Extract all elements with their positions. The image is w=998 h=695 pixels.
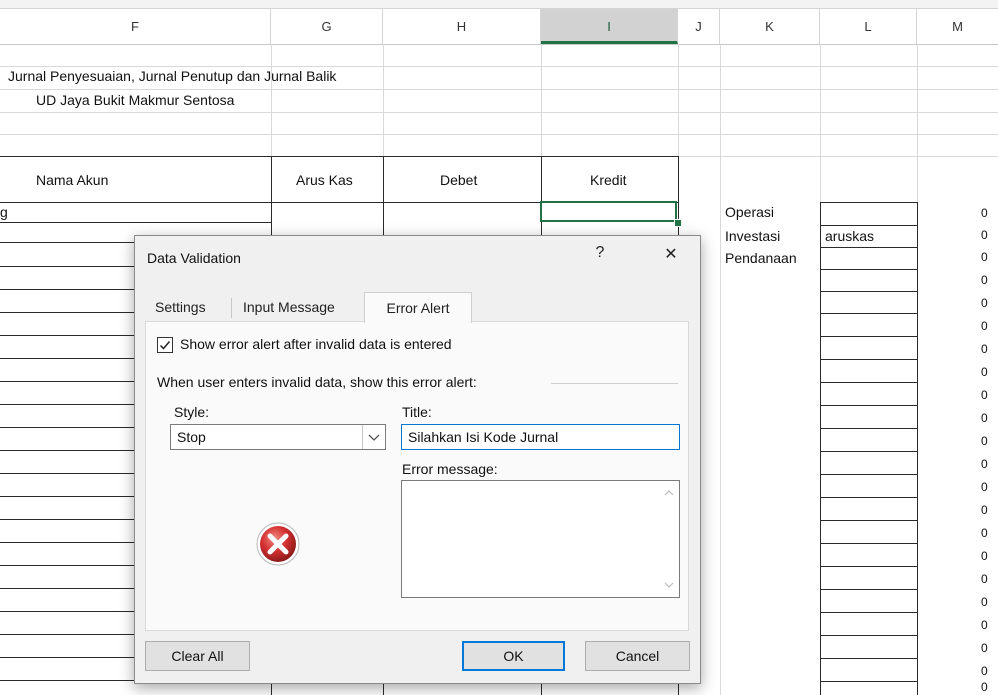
header-kredit: Kredit <box>590 172 627 188</box>
m-value: 0 <box>981 641 988 655</box>
section-label: When user enters invalid data, show this… <box>157 374 477 390</box>
m-value: 0 <box>981 206 988 220</box>
column-header-f[interactable]: F <box>0 9 271 44</box>
formula-bar-edge <box>0 0 998 9</box>
m-value: 0 <box>981 342 988 356</box>
column-header-k[interactable]: K <box>720 9 820 44</box>
column-header-bar: F G H I J K L M <box>0 0 998 45</box>
title-label: Title: <box>402 404 432 420</box>
label-operasi: Operasi <box>725 204 775 220</box>
scroll-down-icon[interactable] <box>663 577 675 593</box>
m-value: 0 <box>981 411 988 425</box>
style-select-value: Stop <box>177 429 206 445</box>
m-value: 0 <box>981 595 988 609</box>
label-pendanaan: Pendanaan <box>725 250 797 266</box>
title-input[interactable]: Silahkan Isi Kode Jurnal <box>401 424 680 450</box>
sheet-title: Jurnal Penyesuaian, Jurnal Penutup dan J… <box>8 68 337 84</box>
header-debet: Debet <box>440 172 478 188</box>
error-message-label: Error message: <box>402 461 498 477</box>
m-value: 0 <box>981 365 988 379</box>
show-error-checkbox[interactable] <box>157 337 173 353</box>
title-input-value: Silahkan Isi Kode Jurnal <box>408 429 559 445</box>
cell-text-fragment: g <box>0 204 8 220</box>
column-header-l[interactable]: L <box>820 9 917 44</box>
show-error-label[interactable]: Show error alert after invalid data is e… <box>180 336 452 352</box>
column-header-i[interactable]: I <box>541 9 678 44</box>
m-value: 0 <box>981 664 988 678</box>
active-cell[interactable] <box>540 201 677 222</box>
checkmark-icon <box>159 341 171 350</box>
m-value: 0 <box>981 549 988 563</box>
error-message-textarea[interactable] <box>401 480 680 598</box>
m-value: 0 <box>981 296 988 310</box>
m-value: 0 <box>981 457 988 471</box>
data-validation-dialog[interactable]: Data Validation ? ✕ Settings Input Messa… <box>134 235 701 684</box>
cell-aruskas: aruskas <box>825 228 875 244</box>
m-value: 0 <box>981 480 988 494</box>
tab-error-alert[interactable]: Error Alert <box>364 292 472 323</box>
m-value: 0 <box>981 388 988 402</box>
m-value: 0 <box>981 228 988 242</box>
stop-error-icon <box>255 521 301 570</box>
tab-input-message[interactable]: Input Message <box>243 292 335 322</box>
sheet-subtitle: UD Jaya Bukit Makmur Sentosa <box>36 92 235 108</box>
m-value: 0 <box>981 319 988 333</box>
column-header-g[interactable]: G <box>271 9 383 44</box>
m-value: 0 <box>981 273 988 287</box>
scroll-up-icon[interactable] <box>663 485 675 501</box>
help-button[interactable]: ? <box>587 244 613 262</box>
column-header-h[interactable]: H <box>383 9 541 44</box>
chevron-down-icon[interactable] <box>362 425 385 449</box>
tab-settings[interactable]: Settings <box>155 292 206 322</box>
m-value: 0 <box>981 503 988 517</box>
fill-handle[interactable] <box>674 219 682 227</box>
header-arus-kas: Arus Kas <box>296 172 353 188</box>
m-value: 0 <box>981 618 988 632</box>
style-label: Style: <box>174 404 210 420</box>
header-nama-akun: Nama Akun <box>36 172 109 188</box>
style-select[interactable]: Stop <box>170 424 386 450</box>
m-value: 0 <box>981 680 988 694</box>
m-value: 0 <box>981 434 988 448</box>
close-button[interactable]: ✕ <box>658 244 684 264</box>
ok-button[interactable]: OK <box>462 641 565 671</box>
column-header-j[interactable]: J <box>678 9 720 44</box>
error-alert-pane: Show error alert after invalid data is e… <box>145 321 689 631</box>
cancel-button[interactable]: Cancel <box>585 641 690 671</box>
clear-all-button[interactable]: Clear All <box>145 641 250 671</box>
m-value: 0 <box>981 526 988 540</box>
dialog-title: Data Validation <box>147 250 241 266</box>
column-header-m[interactable]: M <box>917 9 998 44</box>
m-value: 0 <box>981 572 988 586</box>
label-investasi: Investasi <box>725 228 781 244</box>
m-value: 0 <box>981 250 988 264</box>
